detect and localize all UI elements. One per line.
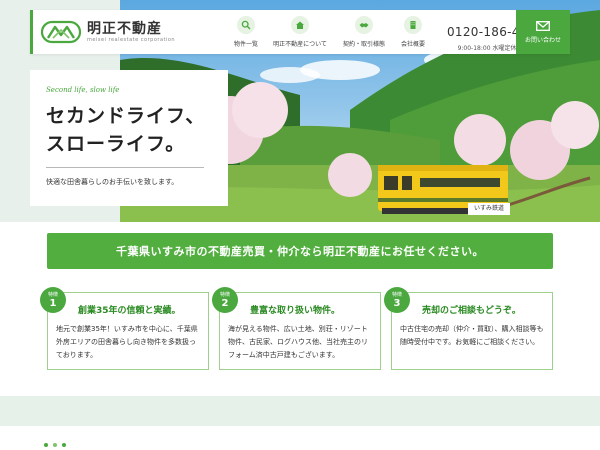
site-header: 明正不動産 meisei realestate corporation 物件一覧… xyxy=(30,10,570,54)
nav-item-properties[interactable]: 物件一覧 xyxy=(227,10,265,48)
contact-button[interactable]: お問い合わせ xyxy=(516,10,570,54)
feature-card-2: 特徴 2 豊富な取り扱い物件。 海が見える物件、広い土地、別荘・リゾート物件、古… xyxy=(212,287,381,370)
hero-divider xyxy=(46,167,204,168)
feature-badge-number: 3 xyxy=(393,297,401,309)
hero-card: Second life, slow life セカンドライフ、 スローライフ。 … xyxy=(30,70,228,206)
logo-subtitle: meisei realestate corporation xyxy=(87,36,176,43)
handshake-icon xyxy=(355,16,373,34)
search-icon xyxy=(237,16,255,34)
hero-title: セカンドライフ、 スローライフ。 xyxy=(46,102,228,158)
building-icon xyxy=(404,16,422,34)
hero-description: 快適な田舎暮らしのお手伝いを致します。 xyxy=(46,178,179,186)
nav-label-contracts: 契約・取引様態 xyxy=(342,41,385,48)
phone-block: 0120-186-420 9:00-18:00 水曜定休 xyxy=(447,13,535,52)
feature-badge-number: 2 xyxy=(221,297,229,309)
nav-label-company: 会社概要 xyxy=(400,41,425,48)
intro-banner-text: 千葉県いすみ市の不動産売買・仲介なら明正不動産にお任せください。 xyxy=(116,245,484,258)
feature-body: 海が見える物件、広い土地、別荘・リゾート物件、古民家、ログハウス他、当社売主のリ… xyxy=(228,325,368,359)
feature-badge-2: 特徴 2 xyxy=(212,287,238,313)
hero-kicker: Second life, slow life xyxy=(46,86,120,94)
feature-title: 創業35年の信頼と実績。 xyxy=(78,306,181,316)
section-band xyxy=(0,396,600,426)
nav-item-about[interactable]: 明正不動産について xyxy=(265,10,335,48)
logo-link[interactable]: 明正不動産 meisei realestate corporation xyxy=(41,20,227,44)
nav-item-company[interactable]: 会社概要 xyxy=(393,10,433,48)
feature-badge-number: 1 xyxy=(49,297,57,309)
intro-banner: 千葉県いすみ市の不動産売買・仲介なら明正不動産にお任せください。 xyxy=(47,233,553,269)
nav-item-contracts[interactable]: 契約・取引様態 xyxy=(335,10,393,48)
main-nav: 物件一覧 明正不動産について 契約・取引様態 会社概要 xyxy=(227,10,433,54)
feature-badge-3: 特徴 3 xyxy=(384,287,410,313)
hero-title-line-2: スローライフ。 xyxy=(46,133,186,155)
feature-body: 中古住宅の売却（仲介・買取）、購入相談等も随時受付中です。お気軽にご相談ください… xyxy=(400,325,544,346)
feature-badge-1: 特徴 1 xyxy=(40,287,66,313)
logo-name: 明正不動産 xyxy=(87,20,162,37)
home-icon xyxy=(291,16,309,34)
logo-mark-icon xyxy=(41,20,81,44)
section-ornament-icon xyxy=(44,443,66,447)
envelope-icon xyxy=(536,20,550,31)
feature-title: 売却のご相談もどうぞ。 xyxy=(422,306,521,316)
hero-title-line-1: セカンドライフ、 xyxy=(46,105,206,127)
contact-button-label: お問い合わせ xyxy=(524,36,561,44)
business-hours: 9:00-18:00 水曜定休 xyxy=(457,44,517,52)
nav-label-properties: 物件一覧 xyxy=(233,41,258,48)
feature-card-1: 特徴 1 創業35年の信頼と実績。 地元で創業35年！いすみ市を中心に、千葉県外… xyxy=(40,287,209,370)
feature-body: 地元で創業35年！いすみ市を中心に、千葉県外房エリアの田舎暮らし向き物件を多数扱… xyxy=(56,325,198,359)
feature-card-3: 特徴 3 売却のご相談もどうぞ。 中古住宅の売却（仲介・買取）、購入相談等も随時… xyxy=(384,287,553,370)
feature-title: 豊富な取り扱い物件。 xyxy=(250,306,341,316)
photo-caption: いすみ鉄道 xyxy=(468,203,511,215)
nav-label-about: 明正不動産について xyxy=(273,41,327,48)
